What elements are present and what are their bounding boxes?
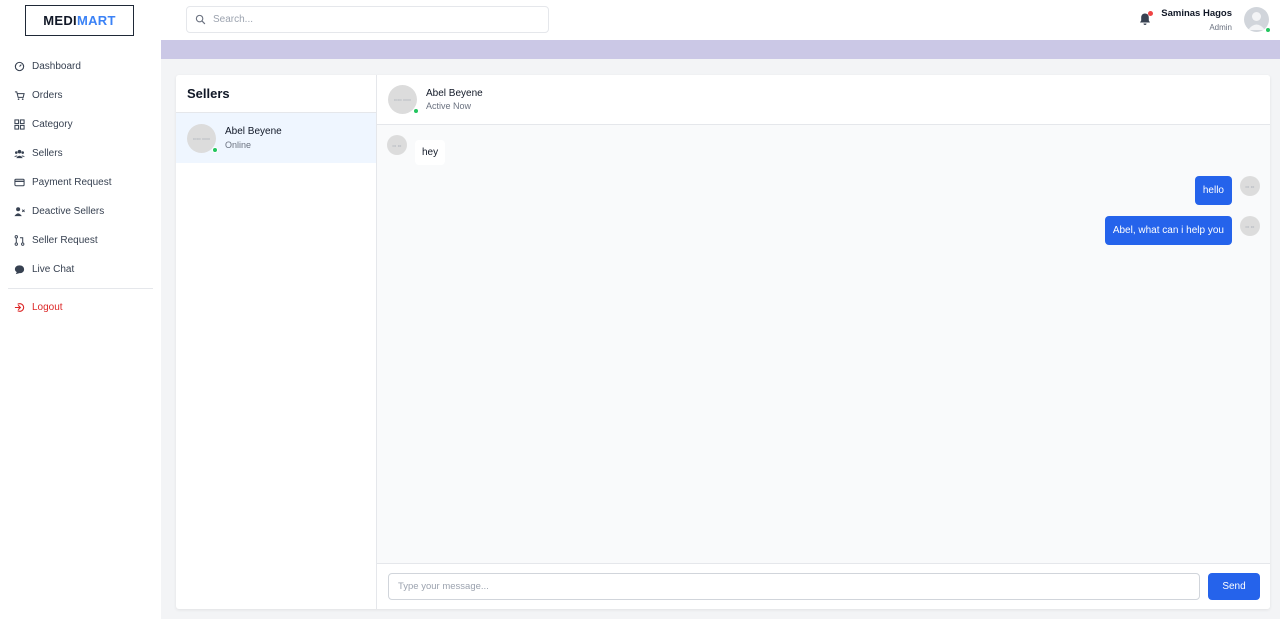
seller-name: Abel Beyene — [225, 126, 282, 137]
logout-button[interactable]: Logout — [0, 293, 161, 322]
topbar: Saminas Hagos Admin — [161, 0, 1280, 40]
sidebar-item-dashboard[interactable]: Dashboard — [0, 52, 161, 81]
user-name: Saminas Hagos — [1161, 8, 1232, 19]
cart-icon — [13, 90, 25, 102]
avatar-placeholder-icon: ▭ ▭ — [1245, 223, 1255, 229]
search-icon — [195, 14, 206, 25]
nav-divider — [8, 288, 153, 289]
search-input[interactable] — [213, 14, 533, 25]
chat-icon — [13, 264, 25, 276]
chat-contact-info: Abel Beyene Active Now — [426, 88, 483, 111]
sellers-panel: Sellers ▭▭ ▭▭ Abel Beyene Online — [176, 75, 377, 609]
seller-status: Online — [225, 140, 252, 150]
message-avatar: ▭ ▭ — [1240, 216, 1260, 236]
online-status-dot — [413, 108, 419, 114]
online-status-dot — [212, 146, 218, 153]
sidebar-item-sellers[interactable]: Sellers — [0, 139, 161, 168]
send-button[interactable]: Send — [1208, 573, 1260, 600]
sidebar-item-live-chat[interactable]: Live Chat — [0, 255, 161, 284]
message-bubble: Abel, what can i help you — [1104, 216, 1232, 245]
sidebar-item-label: Orders — [32, 90, 63, 101]
sidebar-item-payment-request[interactable]: Payment Request — [0, 168, 161, 197]
message-outgoing: hello ▭ ▭ — [1194, 176, 1260, 205]
dashboard-icon — [13, 61, 25, 73]
sidebar-item-label: Category — [32, 119, 73, 130]
avatar-placeholder-icon: ▭ ▭ — [1245, 183, 1255, 189]
sidebar-item-label: Live Chat — [32, 264, 75, 275]
avatar-placeholder-icon: ▭▭ ▭▭ — [192, 135, 211, 141]
brand-part1: MEDI — [43, 13, 77, 28]
message-avatar: ▭ ▭ — [1240, 176, 1260, 196]
sidebar-item-category[interactable]: Category — [0, 110, 161, 139]
users-icon — [13, 148, 25, 160]
chat-header: ▭▭ ▭▭ Abel Beyene Active Now — [377, 75, 1270, 125]
message-avatar: ▭ ▭ — [387, 135, 407, 155]
brand-part2: MART — [76, 13, 116, 28]
sidebar-item-label: Dashboard — [32, 61, 81, 72]
sidebar-item-orders[interactable]: Orders — [0, 81, 161, 110]
message-bubble: hey — [415, 140, 446, 165]
sidebar-nav: Dashboard Orders Category Sellers Paymen… — [0, 52, 161, 322]
message-outgoing: Abel, what can i help you ▭ ▭ — [1104, 216, 1260, 245]
message-incoming: ▭ ▭ hey — [387, 135, 446, 165]
card-icon — [13, 177, 25, 189]
header-banner — [161, 40, 1280, 59]
sellers-title: Sellers — [176, 75, 376, 113]
user-role: Admin — [1209, 23, 1232, 32]
user-x-icon — [13, 206, 25, 218]
notification-button[interactable] — [1137, 11, 1153, 27]
sidebar-item-seller-request[interactable]: Seller Request — [0, 226, 161, 255]
sidebar-item-label: Payment Request — [32, 177, 112, 188]
message-input[interactable] — [388, 573, 1200, 600]
chat-contact-avatar: ▭▭ ▭▭ — [388, 85, 419, 114]
message-list: ▭ ▭ hey hello ▭ ▭ Abel, what can i help … — [377, 125, 1270, 563]
online-status-dot — [1265, 27, 1271, 33]
user-info: Saminas Hagos Admin — [1161, 8, 1232, 32]
main-content: Sellers ▭▭ ▭▭ Abel Beyene Online ▭▭ ▭▭ A… — [161, 40, 1280, 619]
chat-contact-status: Active Now — [426, 101, 472, 111]
sidebar: MEDI MART Dashboard Orders Category Selle… — [0, 0, 161, 619]
message-bubble: hello — [1194, 176, 1232, 205]
brand-logo[interactable]: MEDI MART — [25, 5, 134, 36]
chat-panel: ▭▭ ▭▭ Abel Beyene Active Now ▭ ▭ hey hel… — [377, 75, 1270, 609]
avatar-placeholder-icon: ▭▭ ▭▭ — [393, 97, 412, 102]
notification-badge — [1148, 11, 1153, 16]
sidebar-item-label: Deactive Sellers — [32, 206, 105, 217]
message-composer: Send — [377, 563, 1270, 609]
grid-icon — [13, 119, 25, 131]
sidebar-item-deactive-sellers[interactable]: Deactive Sellers — [0, 197, 161, 226]
avatar-placeholder-icon: ▭ ▭ — [392, 142, 402, 148]
logout-icon — [13, 302, 25, 314]
chat-contact-name: Abel Beyene — [426, 88, 483, 99]
sidebar-item-label: Seller Request — [32, 235, 98, 246]
pull-request-icon — [13, 235, 25, 247]
user-avatar[interactable] — [1244, 7, 1271, 33]
search-box[interactable] — [186, 6, 549, 33]
seller-avatar: ▭▭ ▭▭ — [187, 123, 218, 153]
sidebar-item-label: Sellers — [32, 148, 63, 159]
logout-label: Logout — [32, 302, 63, 313]
chat-card: Sellers ▭▭ ▭▭ Abel Beyene Online ▭▭ ▭▭ A… — [176, 75, 1270, 609]
seller-info: Abel Beyene Online — [225, 126, 282, 150]
seller-list-item[interactable]: ▭▭ ▭▭ Abel Beyene Online — [176, 113, 376, 163]
